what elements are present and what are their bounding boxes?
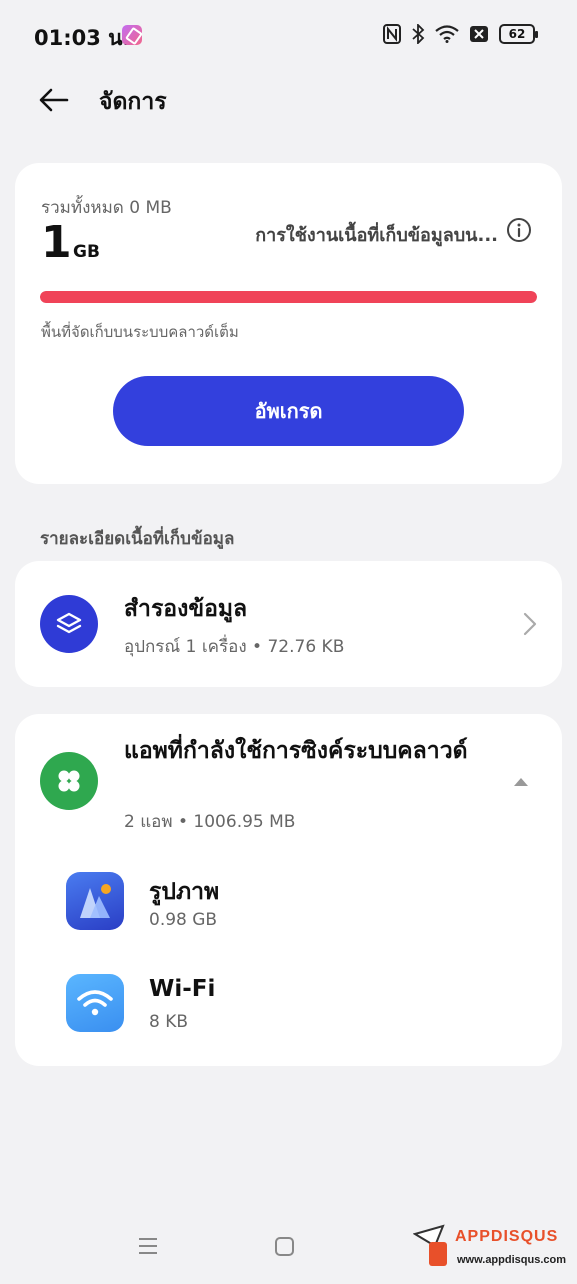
status-time: 01:03 น. xyxy=(34,26,131,50)
status-bar: 01:03 น. 62 xyxy=(0,0,577,72)
watermark-logo-icon xyxy=(412,1224,447,1266)
storage-progress-bar xyxy=(40,291,537,303)
photos-icon xyxy=(66,872,124,930)
bluetooth-icon xyxy=(412,24,425,44)
watermark-brand: APPDISQUS xyxy=(455,1228,559,1245)
storage-summary-card: รวมทั้งหมด 0 MB 1 GB การใช้งานเนื้อที่เก… xyxy=(15,163,562,484)
back-arrow-icon[interactable] xyxy=(36,82,72,118)
home-button[interactable] xyxy=(275,1237,294,1256)
app-row-photos[interactable]: รูปภาพ 0.98 GB xyxy=(15,864,562,950)
watermark-url: www.appdisqus.com xyxy=(457,1254,566,1266)
no-sim-icon xyxy=(470,26,488,42)
synced-apps-title[interactable]: แอพที่กำลังใช้การซิงค์ระบบคลาวด์ xyxy=(124,734,504,768)
synced-apps-card: แอพที่กำลังใช้การซิงค์ระบบคลาวด์ 2 แอพ •… xyxy=(15,714,562,1066)
app-name: Wi-Fi xyxy=(149,976,216,1002)
quota-unit: GB xyxy=(73,242,100,262)
collapse-arrow-icon[interactable] xyxy=(514,778,528,786)
storage-progress-fill xyxy=(40,291,537,303)
info-icon[interactable] xyxy=(506,217,532,243)
section-title: รายละเอียดเนื้อที่เก็บข้อมูล xyxy=(40,529,235,549)
chevron-right-icon xyxy=(523,612,537,636)
clover-icon xyxy=(40,752,98,810)
layers-icon xyxy=(40,595,98,653)
synced-apps-subtitle: 2 แอพ • 1006.95 MB xyxy=(124,812,296,832)
quota-number: 1 xyxy=(41,217,72,268)
system-nav-bar: APPDISQUS www.appdisqus.com xyxy=(0,1210,577,1284)
app-size: 0.98 GB xyxy=(149,910,218,930)
storage-full-note: พื้นที่จัดเก็บบนระบบคลาวด์เต็ม xyxy=(41,323,239,341)
backup-card[interactable]: สำรองข้อมูล อุปกรณ์ 1 เครื่อง • 72.76 KB xyxy=(15,561,562,687)
recent-apps-icon[interactable] xyxy=(138,1236,158,1256)
page-title: จัดการ xyxy=(99,89,167,115)
wifi-app-icon xyxy=(66,974,124,1032)
usage-details-link[interactable]: การใช้งานเนื้อที่เก็บข้อมูลบน... xyxy=(255,220,498,249)
status-icons: 62 xyxy=(383,24,538,44)
notification-app-icon xyxy=(122,25,142,45)
wifi-icon xyxy=(435,25,459,43)
battery-icon: 62 xyxy=(499,24,538,44)
nfc-icon xyxy=(383,24,401,44)
app-row-wifi[interactable]: Wi-Fi 8 KB xyxy=(15,966,562,1052)
watermark: APPDISQUS www.appdisqus.com xyxy=(412,1224,566,1274)
backup-title: สำรองข้อมูล xyxy=(124,596,248,622)
app-name: รูปภาพ xyxy=(149,879,220,905)
backup-subtitle: อุปกรณ์ 1 เครื่อง • 72.76 KB xyxy=(124,637,345,657)
upgrade-button[interactable]: อัพเกรด xyxy=(113,376,464,446)
app-size: 8 KB xyxy=(149,1012,189,1032)
